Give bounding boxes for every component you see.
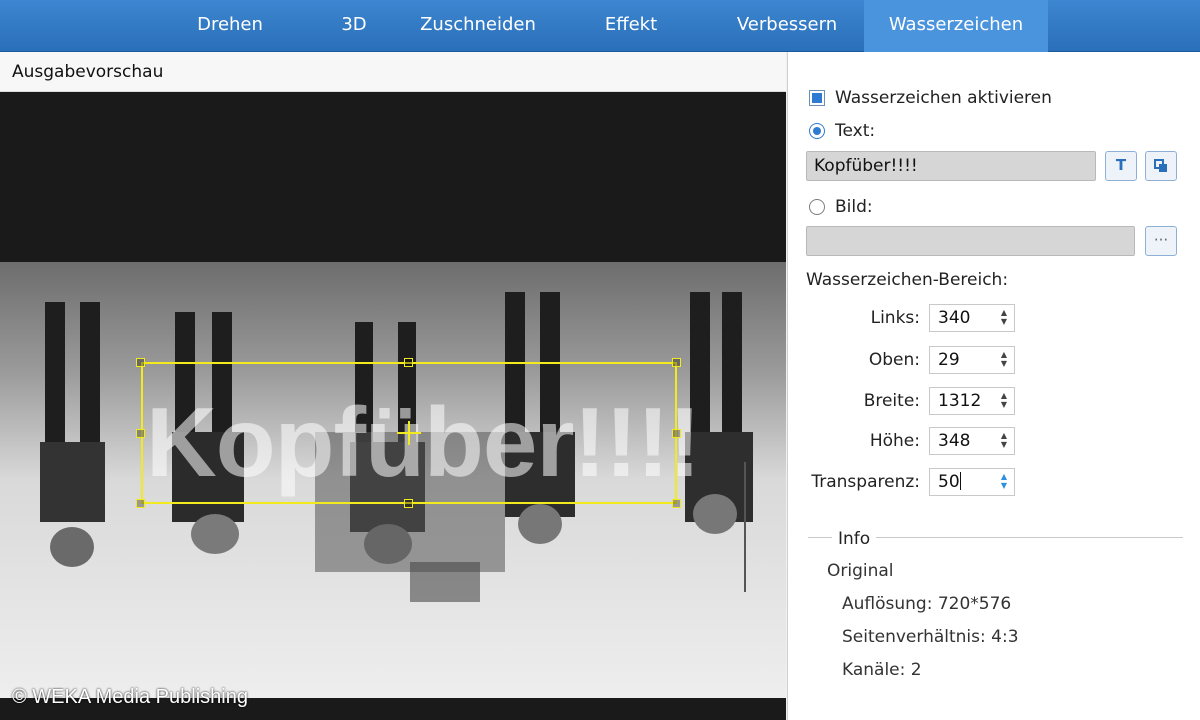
enable-watermark-label: Wasserzeichen aktivieren: [835, 88, 1052, 108]
preview-title: Ausgabevorschau: [0, 52, 786, 92]
spin-arrows-icon[interactable]: ▲ ▼: [999, 308, 1009, 328]
width-label: Breite:: [863, 391, 920, 411]
text-radio-label: Text:: [835, 121, 876, 141]
resize-handle-top-left[interactable]: [136, 358, 145, 367]
width-spinbox[interactable]: 1312 ▲ ▼: [929, 387, 1015, 415]
image-path-input[interactable]: [806, 226, 1135, 256]
resize-handle-bottom[interactable]: [404, 499, 413, 508]
text-color-button[interactable]: [1145, 151, 1177, 181]
image-radio[interactable]: [809, 199, 825, 215]
spin-arrows-icon[interactable]: ▲ ▼: [999, 472, 1009, 492]
tab-effekt[interactable]: Effekt: [576, 0, 686, 52]
font-text-button[interactable]: T: [1105, 151, 1137, 181]
height-spinbox[interactable]: 348 ▲ ▼: [929, 427, 1015, 455]
resize-handle-top-right[interactable]: [672, 358, 681, 367]
watermark-text-input[interactable]: Kopfüber!!!!: [806, 151, 1096, 181]
tab-verbessern[interactable]: Verbessern: [722, 0, 852, 52]
resize-handle-bottom-left[interactable]: [136, 499, 145, 508]
tab-wasserzeichen[interactable]: Wasserzeichen: [864, 0, 1048, 52]
transparency-value: 50: [938, 472, 960, 492]
enable-watermark-checkbox[interactable]: [809, 90, 825, 106]
output-preview: Kopfüber!!!!: [0, 92, 786, 720]
spin-arrows-icon[interactable]: ▲ ▼: [999, 350, 1009, 370]
tab-bar: Drehen 3D Zuschneiden Effekt Verbessern …: [0, 0, 1200, 52]
text-caret: [959, 472, 961, 490]
info-resolution: Auflösung: 720*576: [842, 594, 1012, 614]
top-spinbox[interactable]: 29 ▲ ▼: [929, 346, 1015, 374]
resize-handle-top[interactable]: [404, 358, 413, 367]
width-value: 1312: [938, 391, 982, 411]
top-value: 29: [938, 350, 960, 370]
transparency-spinbox[interactable]: 50 ▲ ▼: [929, 468, 1015, 496]
tab-3d[interactable]: 3D: [314, 0, 394, 52]
image-option-row[interactable]: Bild:: [809, 197, 873, 217]
info-channels: Kanäle: 2: [842, 660, 922, 680]
area-label: Wasserzeichen-Bereich:: [806, 270, 1009, 290]
info-original-heading: Original: [827, 561, 894, 581]
enable-watermark-row[interactable]: Wasserzeichen aktivieren: [809, 88, 1052, 108]
resize-handle-left[interactable]: [136, 429, 145, 438]
browse-image-button[interactable]: ···: [1145, 226, 1177, 256]
spin-arrows-icon[interactable]: ▲ ▼: [999, 431, 1009, 451]
left-spinbox[interactable]: 340 ▲ ▼: [929, 304, 1015, 332]
height-value: 348: [938, 431, 971, 451]
info-aspect-ratio: Seitenverhältnis: 4:3: [842, 627, 1019, 647]
info-title: Info: [832, 529, 877, 549]
resize-handle-bottom-right[interactable]: [672, 499, 681, 508]
left-label: Links:: [870, 308, 920, 328]
move-crosshair-icon[interactable]: [397, 421, 421, 445]
text-option-row[interactable]: Text:: [809, 121, 875, 141]
tab-drehen[interactable]: Drehen: [170, 0, 290, 52]
height-label: Höhe:: [869, 431, 920, 451]
transparency-label: Transparenz:: [811, 472, 920, 492]
layers-icon: [1154, 159, 1167, 172]
top-label: Oben:: [868, 350, 920, 370]
copyright-watermark: © WEKA Media Publishing: [12, 686, 248, 708]
tab-zuschneiden[interactable]: Zuschneiden: [408, 0, 548, 52]
watermark-settings-panel: Wasserzeichen aktivieren Text: Kopfüber!…: [787, 52, 1200, 720]
resize-handle-right[interactable]: [672, 429, 681, 438]
text-format-icon: T: [1115, 156, 1127, 174]
image-radio-label: Bild:: [835, 197, 873, 217]
spin-arrows-icon[interactable]: ▲ ▼: [999, 391, 1009, 411]
left-value: 340: [938, 308, 971, 328]
text-radio[interactable]: [809, 123, 825, 139]
